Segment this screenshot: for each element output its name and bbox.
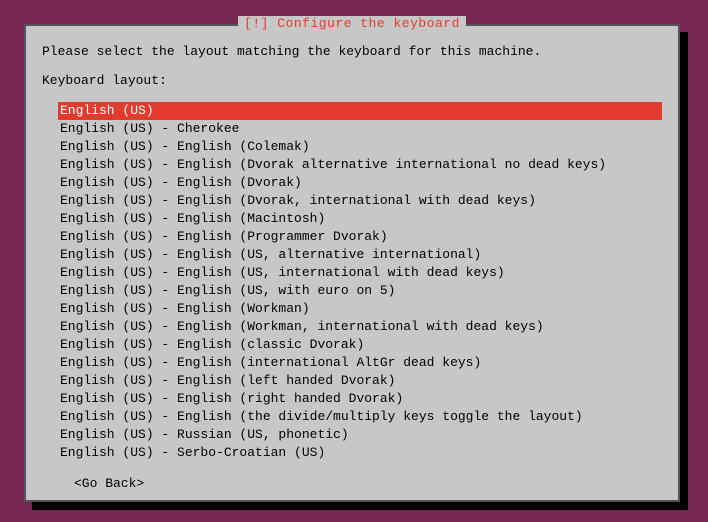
configure-keyboard-dialog: [!] Configure the keyboard Please select… — [24, 24, 680, 502]
layout-option[interactable]: English (US) - English (Macintosh) — [58, 210, 662, 228]
layout-option[interactable]: English (US) — [58, 102, 662, 120]
layout-option[interactable]: English (US) - English (Programmer Dvora… — [58, 228, 662, 246]
layout-option[interactable]: English (US) - English (US, with euro on… — [58, 282, 662, 300]
layout-option[interactable]: English (US) - English (international Al… — [58, 354, 662, 372]
layout-option[interactable]: English (US) - English (the divide/multi… — [58, 408, 662, 426]
layout-option[interactable]: English (US) - English (Dvorak, internat… — [58, 192, 662, 210]
keyboard-layout-label: Keyboard layout: — [42, 73, 662, 88]
layout-option[interactable]: English (US) - English (Dvorak alternati… — [58, 156, 662, 174]
layout-option[interactable]: English (US) - English (US, alternative … — [58, 246, 662, 264]
layout-option[interactable]: English (US) - English (Dvorak) — [58, 174, 662, 192]
layout-option[interactable]: English (US) - English (right handed Dvo… — [58, 390, 662, 408]
layout-option[interactable]: English (US) - English (US, internationa… — [58, 264, 662, 282]
layout-option[interactable]: English (US) - Cherokee — [58, 120, 662, 138]
layout-option[interactable]: English (US) - Serbo-Croatian (US) — [58, 444, 662, 462]
layout-option[interactable]: English (US) - English (left handed Dvor… — [58, 372, 662, 390]
layout-option[interactable]: English (US) - Russian (US, phonetic) — [58, 426, 662, 444]
dialog-title-wrap: [!] Configure the keyboard — [26, 16, 678, 31]
layout-option[interactable]: English (US) - English (Colemak) — [58, 138, 662, 156]
layout-option[interactable]: English (US) - English (Workman, interna… — [58, 318, 662, 336]
layout-option[interactable]: English (US) - English (classic Dvorak) — [58, 336, 662, 354]
go-back-button[interactable]: <Go Back> — [74, 476, 662, 491]
keyboard-layout-list[interactable]: English (US)English (US) - CherokeeEngli… — [58, 102, 662, 462]
layout-option[interactable]: English (US) - English (Workman) — [58, 300, 662, 318]
dialog-title: [!] Configure the keyboard — [238, 16, 466, 31]
dialog-prompt: Please select the layout matching the ke… — [42, 44, 662, 59]
